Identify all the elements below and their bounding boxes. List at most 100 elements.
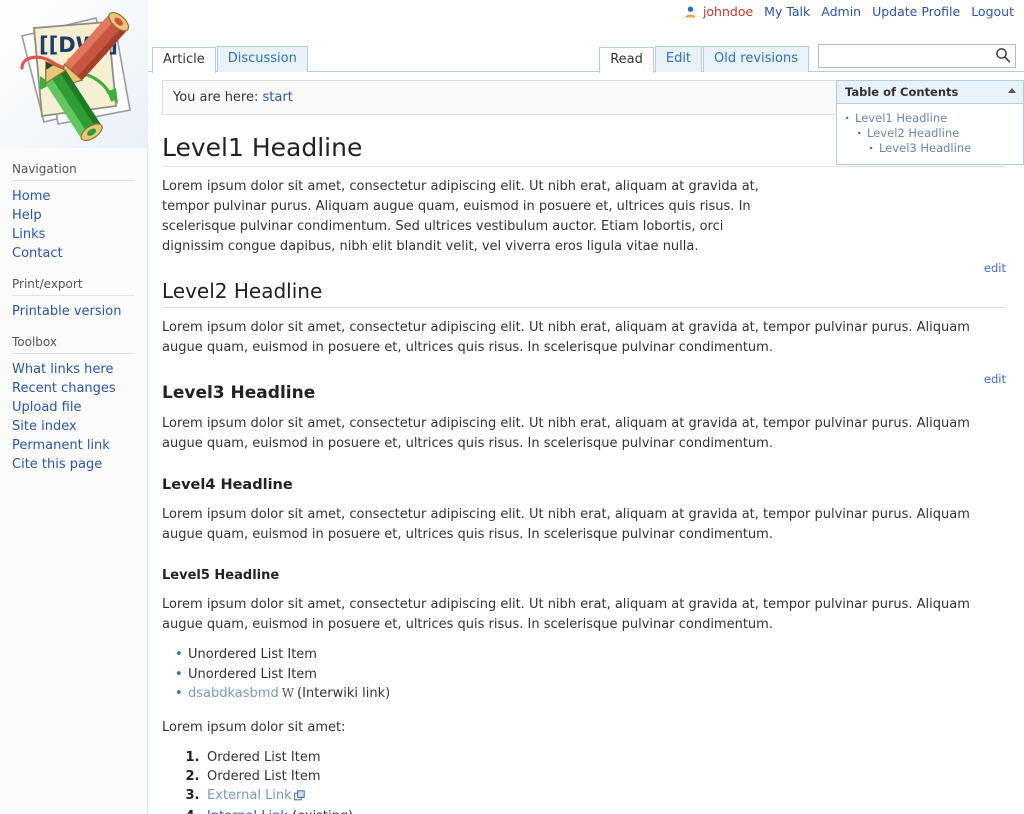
- tab-group-page: Article Discussion: [152, 46, 309, 73]
- sidebar-list-print-export: Printable version: [12, 302, 135, 321]
- edit-link-section2[interactable]: edit: [984, 261, 1006, 275]
- user-icon: [685, 6, 696, 21]
- paragraph-3: Lorem ipsum dolor sit amet, consectetur …: [162, 416, 970, 451]
- external-link-icon: [293, 788, 305, 807]
- sidebar-link-home[interactable]: Home: [12, 189, 50, 204]
- tab-group-actions: Read Edit Old revisions: [599, 46, 810, 73]
- list-item-text: Unordered List Item: [188, 647, 317, 662]
- interwiki-link[interactable]: dsabdkasbmd: [188, 686, 279, 701]
- dokuwiki-logo-icon: [[DW]]: [20, 11, 131, 142]
- toc-sublist-level3: Level3 Headline: [869, 141, 1015, 156]
- external-link[interactable]: External Link: [207, 788, 292, 803]
- chevron-up-icon[interactable]: [1008, 88, 1016, 93]
- list-item: dsabdkasbmdW(Interwiki link): [175, 684, 1006, 704]
- user-link-update-profile[interactable]: Update Profile: [872, 4, 960, 19]
- toc-sublist-level2: Level2 Headline Level3 Headline: [857, 126, 1015, 156]
- list-item-text: Ordered List Item: [207, 768, 321, 784]
- tab-read[interactable]: Read: [599, 46, 654, 73]
- sidebar-item-permanent-link[interactable]: Permanent link: [12, 436, 135, 455]
- list-item: Unordered List Item: [175, 645, 1006, 665]
- toc-header[interactable]: Table of Contents: [837, 81, 1023, 104]
- sidebar-link-recent-changes[interactable]: Recent changes: [12, 381, 116, 396]
- sidebar-item-cite-this-page[interactable]: Cite this page: [12, 455, 135, 474]
- content-area: You are here: start Level1 Headline Lore…: [148, 80, 1024, 814]
- toc-link-level2[interactable]: Level2 Headline: [867, 126, 959, 140]
- sidebar-link-upload-file[interactable]: Upload file: [12, 400, 81, 415]
- tab-old-revisions-label[interactable]: Old revisions: [703, 46, 809, 72]
- sidebar-block-navigation: Navigation Home Help Links Contact: [0, 162, 147, 263]
- tab-discussion[interactable]: Discussion: [216, 46, 308, 72]
- sidebar-link-help[interactable]: Help: [12, 208, 42, 223]
- list-item: Internal Link (existing): [204, 807, 1006, 814]
- toc-title: Table of Contents: [845, 85, 959, 99]
- username-label: johndoe: [702, 4, 754, 19]
- heading-level3: Level3 Headline: [162, 383, 316, 403]
- sidebar-link-links[interactable]: Links: [12, 227, 45, 242]
- toc-item-level3[interactable]: Level3 Headline: [869, 141, 1015, 156]
- internal-link-existing-suffix: (existing): [292, 809, 353, 814]
- sidebar-item-contact[interactable]: Contact: [12, 244, 135, 263]
- tab-edit-label[interactable]: Edit: [654, 46, 703, 72]
- list-item-text: Unordered List Item: [188, 666, 317, 682]
- sidebar-item-links[interactable]: Links: [12, 225, 135, 244]
- toc-body: Level1 Headline Level2 Headline Level3 H…: [837, 104, 1023, 164]
- tab-article[interactable]: Article: [152, 46, 216, 73]
- sidebar: [[DW]] Navigation Home Help Links Contac…: [0, 0, 148, 814]
- user-link-my-talk[interactable]: My Talk: [764, 4, 810, 19]
- sidebar-item-help[interactable]: Help: [12, 206, 135, 225]
- user-tools: johndoe My Talk Admin Update Profile Log…: [685, 4, 1014, 21]
- wikipedia-w-icon: W: [281, 686, 295, 700]
- ordered-list: Ordered List Item Ordered List Item Exte…: [162, 748, 1006, 814]
- sidebar-link-cite-this-page[interactable]: Cite this page: [12, 457, 102, 472]
- toc-item-level1[interactable]: Level1 Headline Level2 Headline Level3 H…: [845, 111, 1015, 156]
- list-item: Ordered List Item: [204, 767, 1006, 786]
- search-button[interactable]: [994, 47, 1012, 65]
- sidebar-link-what-links-here[interactable]: What links here: [12, 362, 113, 377]
- list-item: Unordered List Item: [175, 665, 1006, 685]
- tab-old-revisions[interactable]: Old revisions: [703, 46, 809, 72]
- list-item: Ordered List Item: [204, 748, 1006, 767]
- unordered-list: Unordered List Item Unordered List Item …: [162, 645, 1006, 704]
- sidebar-item-upload-file[interactable]: Upload file: [12, 398, 135, 417]
- toc-link-level3[interactable]: Level3 Headline: [879, 141, 971, 155]
- sidebar-heading-print-export: Print/export: [12, 277, 135, 296]
- sidebar-link-contact[interactable]: Contact: [12, 246, 63, 261]
- list-intro-text: Lorem ipsum dolor sit amet:: [162, 719, 346, 735]
- internal-link-existing[interactable]: Internal Link: [207, 809, 288, 814]
- list-item-text: Ordered List Item: [207, 749, 321, 765]
- edit-link-section3[interactable]: edit: [984, 372, 1006, 386]
- list-item: External Link: [204, 786, 1006, 807]
- sidebar-link-site-index[interactable]: Site index: [12, 419, 77, 434]
- sidebar-item-what-links-here[interactable]: What links here: [12, 360, 135, 379]
- tab-edit[interactable]: Edit: [654, 46, 703, 72]
- paragraph-4: Lorem ipsum dolor sit amet, consectetur …: [162, 507, 970, 542]
- sidebar-link-permanent-link[interactable]: Permanent link: [12, 438, 110, 453]
- breadcrumb-link-start[interactable]: start: [263, 90, 293, 105]
- heading-level2: Level2 Headline: [162, 279, 1006, 308]
- search-form: [818, 44, 1016, 68]
- tab-discussion-label[interactable]: Discussion: [216, 46, 308, 72]
- sidebar-block-toolbox: Toolbox What links here Recent changes U…: [0, 335, 147, 474]
- sidebar-heading-toolbox: Toolbox: [12, 335, 135, 354]
- sidebar-link-printable-version[interactable]: Printable version: [12, 304, 121, 319]
- sidebar-item-site-index[interactable]: Site index: [12, 417, 135, 436]
- interwiki-suffix: (Interwiki link): [297, 686, 391, 701]
- sidebar-item-home[interactable]: Home: [12, 187, 135, 206]
- user-link-logout[interactable]: Logout: [971, 4, 1014, 19]
- toc-link-level1[interactable]: Level1 Headline: [855, 111, 947, 125]
- site-logo[interactable]: [[DW]]: [0, 0, 148, 148]
- sidebar-item-recent-changes[interactable]: Recent changes: [12, 379, 135, 398]
- user-link-admin[interactable]: Admin: [821, 4, 861, 19]
- tab-article-label[interactable]: Article: [152, 47, 216, 73]
- paragraph-5: Lorem ipsum dolor sit amet, consectetur …: [162, 597, 970, 632]
- tab-read-label[interactable]: Read: [599, 47, 654, 73]
- breadcrumb-prefix: You are here:: [173, 90, 259, 105]
- search-icon: [996, 48, 1011, 63]
- sidebar-list-toolbox: What links here Recent changes Upload fi…: [12, 360, 135, 474]
- search-input[interactable]: [818, 44, 1016, 68]
- sidebar-list-navigation: Home Help Links Contact: [12, 187, 135, 263]
- heading-level4: Level4 Headline: [162, 477, 293, 493]
- sidebar-item-printable-version[interactable]: Printable version: [12, 302, 135, 321]
- toc-item-level2[interactable]: Level2 Headline Level3 Headline: [857, 126, 1015, 156]
- toc-list: Level1 Headline Level2 Headline Level3 H…: [845, 111, 1015, 156]
